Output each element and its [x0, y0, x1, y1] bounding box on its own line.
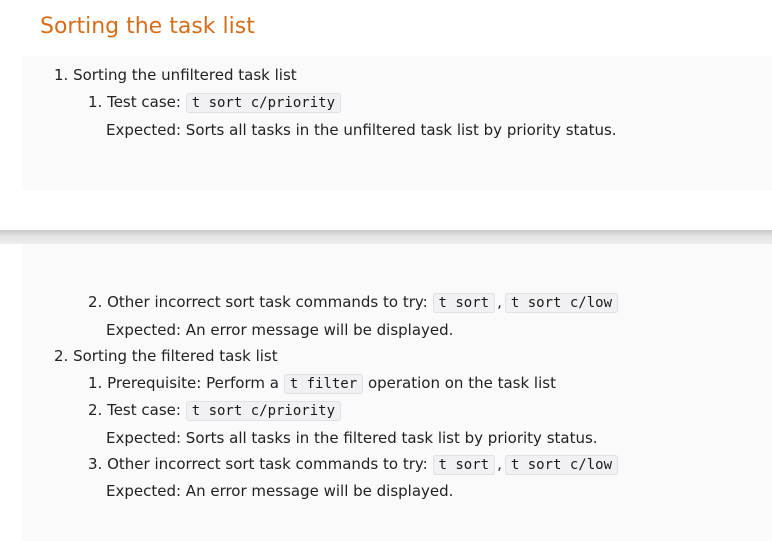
expected-text: Expected: An error message will be displ…: [106, 319, 453, 341]
section1-title: 1. Sorting the unfiltered task list: [54, 66, 297, 84]
list-item-section2-title: 2. Sorting the filtered task list: [54, 345, 278, 367]
step-label: 1. Prerequisite: Perform a: [88, 374, 279, 392]
separator: ,: [497, 293, 502, 311]
expected-text: Expected: Sorts all tasks in the unfilte…: [106, 119, 617, 141]
list-item-section2-step3: 3. Other incorrect sort task commands to…: [88, 453, 619, 476]
command-code: t sort c/low: [504, 293, 619, 313]
expected-text: Expected: An error message will be displ…: [106, 480, 453, 502]
command-code: t filter: [283, 374, 364, 394]
section2-title: 2. Sorting the filtered task list: [54, 347, 278, 365]
command-code: t sort c/priority: [185, 93, 342, 113]
expected-result: Expected: An error message will be displ…: [106, 482, 454, 500]
step-label: 2. Test case:: [88, 401, 181, 419]
list-item-section1-step2: 2. Other incorrect sort task commands to…: [88, 291, 619, 314]
expected-result: Expected: Sorts all tasks in the unfilte…: [106, 121, 617, 139]
expected-text: Expected: Sorts all tasks in the filtere…: [106, 427, 598, 449]
expected-result: Expected: An error message will be displ…: [106, 321, 454, 339]
list-item-section1-title: 1. Sorting the unfiltered task list: [54, 64, 297, 86]
list-item-section1-step1: 1. Test case: t sort c/priority: [88, 91, 342, 114]
step-label: 1. Test case:: [88, 93, 181, 111]
page-break-divider: [0, 230, 772, 244]
command-code: t sort c/priority: [185, 401, 342, 421]
step-label: 2. Other incorrect sort task commands to…: [88, 293, 428, 311]
step-suffix: operation on the task list: [367, 374, 556, 392]
list-item-section2-step2: 2. Test case: t sort c/priority: [88, 399, 342, 422]
command-code: t sort c/low: [504, 455, 619, 475]
section-heading: Sorting the task list: [40, 14, 255, 39]
command-code: t sort: [432, 455, 496, 475]
separator: ,: [497, 455, 502, 473]
list-item-section2-step1: 1. Prerequisite: Perform a t filter oper…: [88, 372, 556, 395]
command-code: t sort: [432, 293, 496, 313]
expected-result: Expected: Sorts all tasks in the filtere…: [106, 429, 598, 447]
step-label: 3. Other incorrect sort task commands to…: [88, 455, 428, 473]
